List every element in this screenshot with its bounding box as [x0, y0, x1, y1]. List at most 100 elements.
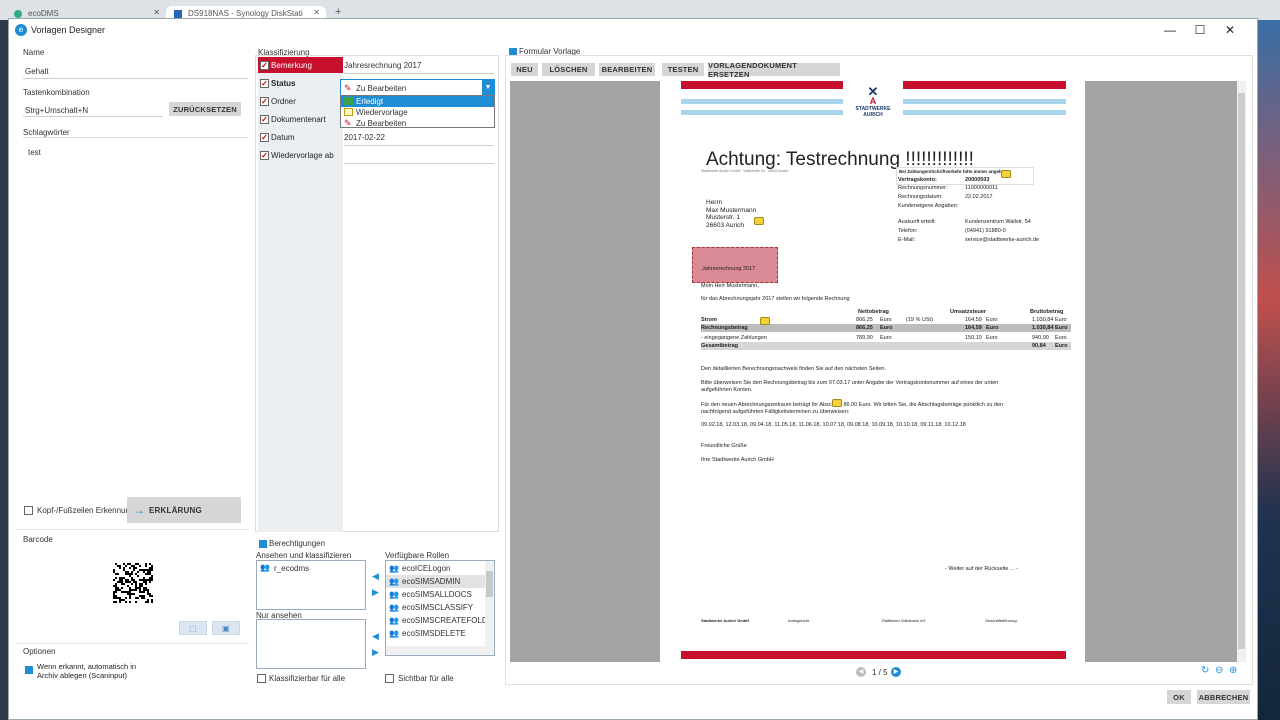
barcode-cell — [123, 599, 125, 601]
classify-value-4[interactable]: 2017-02-22 — [344, 133, 385, 142]
options-label: Optionen — [23, 647, 56, 656]
barcode-cell — [121, 599, 123, 601]
classify-row-3[interactable]: ✓ Dokumentenart — [258, 111, 343, 129]
shortcut-field[interactable]: Strg+Umschalt+N — [25, 106, 88, 115]
table-cell: Rechnungsbetrag — [701, 325, 748, 331]
status-select[interactable]: ✎ Zu Bearbeiten ▼ — [340, 79, 495, 96]
barcode-cell — [123, 563, 125, 565]
arrow-right-icon[interactable]: ▶ — [372, 647, 379, 658]
barcode-tool-button[interactable]: ⬚ — [179, 621, 207, 635]
chevron-down-icon[interactable]: ▼ — [482, 80, 494, 95]
barcode-tool-button-2[interactable]: ▣ — [212, 621, 240, 635]
highlight-field[interactable]: Jahresrechnung 2017 — [692, 247, 778, 283]
arrow-left-icon[interactable]: ◀ — [372, 631, 379, 642]
roles-hscrollbar[interactable] — [386, 646, 494, 655]
barcode-cell — [143, 589, 145, 591]
role-list-item[interactable]: 👥 ecoSIMSADMIN — [386, 575, 487, 588]
role-list-item[interactable]: 👥 ecoSIMSCREATEFOLDER — [386, 614, 494, 627]
barcode-cell — [143, 587, 145, 589]
view-only-list[interactable] — [256, 619, 366, 669]
barcode-cell — [139, 565, 141, 567]
note-icon[interactable] — [1001, 170, 1011, 178]
classify-checkbox[interactable]: ✓ — [260, 61, 269, 70]
barcode-cell — [133, 579, 135, 581]
auto-archive-checkbox[interactable] — [25, 666, 33, 674]
barcode-cell — [151, 565, 153, 567]
classifiable-all-checkbox[interactable] — [257, 674, 266, 683]
close-tab-icon[interactable]: ✕ — [153, 8, 160, 17]
test-button[interactable]: TESTEN — [662, 63, 704, 76]
keywords-area[interactable]: test — [23, 137, 248, 527]
note-icon[interactable] — [832, 399, 842, 407]
new-button[interactable]: NEU — [511, 63, 538, 76]
dropdown-option-zu-bearbeiten[interactable]: ✎ Zu Bearbeiten — [341, 118, 494, 129]
dropdown-option-wiedervorlage[interactable]: Wiedervorlage — [341, 107, 494, 118]
role-icon: 👥 — [389, 577, 399, 586]
name-label: Name — [23, 48, 45, 57]
barcode-cell — [127, 593, 129, 595]
classify-checkbox[interactable]: ✓ — [260, 79, 269, 88]
close-tab-icon[interactable]: ✕ — [313, 8, 320, 17]
barcode-cell — [145, 573, 147, 575]
cancel-button[interactable]: ABBRECHEN — [1197, 690, 1250, 704]
dropdown-option-erledigt[interactable]: Erledigt — [341, 96, 494, 107]
next-page-button[interactable]: ▶ — [891, 667, 901, 677]
available-roles-list[interactable]: 👥 ecoICELogon 👥 ecoSIMSADMIN 👥 ecoSIMSALLDOCS… — [385, 560, 495, 656]
header-footer-checkbox[interactable] — [24, 506, 33, 515]
barcode-cell — [115, 601, 117, 603]
barcode-cell — [139, 585, 141, 587]
role-item[interactable]: r_ecodms — [274, 564, 309, 573]
prev-page-button[interactable]: ◀ — [856, 667, 866, 677]
barcode-cell — [131, 577, 133, 579]
classify-row-1[interactable]: ✓ Status — [258, 75, 343, 93]
role-list-item[interactable]: 👥 ecoSIMSCLASSIFY — [386, 601, 487, 614]
reset-shortcut-button[interactable]: ZURÜCKSETZEN — [169, 102, 241, 116]
info-label: Kundeneigene Angaben: — [898, 203, 959, 209]
maximize-button[interactable]: ☐ — [1185, 19, 1215, 41]
classify-checkbox[interactable]: ✓ — [260, 151, 269, 160]
note-icon[interactable] — [760, 317, 770, 325]
table-row-bg — [701, 342, 1071, 350]
roles-scrollbar[interactable] — [485, 561, 494, 647]
table-cell: 866,25 — [856, 325, 873, 331]
arrow-right-icon[interactable]: ▶ — [372, 587, 379, 598]
classify-checkbox[interactable]: ✓ — [260, 115, 269, 124]
barcode-cell — [113, 585, 115, 587]
classify-row-2[interactable]: ✓ Ordner — [258, 93, 343, 111]
classify-row-0[interactable]: ✓ Bemerkung — [258, 57, 343, 75]
barcode-cell — [145, 569, 147, 571]
classify-value-0[interactable]: Jahresrechnung 2017 — [344, 61, 421, 70]
zoom-out-icon[interactable]: ⊖ — [1215, 665, 1223, 676]
preview-scrollbar[interactable] — [1237, 81, 1246, 662]
role-list-item[interactable]: 👥 ecoSIMSDELETE — [386, 627, 487, 640]
delete-button[interactable]: LÖSCHEN — [542, 63, 595, 76]
barcode-cell — [149, 595, 151, 597]
new-tab-button[interactable]: + — [335, 6, 341, 18]
name-field[interactable]: Gehalt — [25, 67, 49, 76]
edit-button[interactable]: BEARBEITEN — [599, 63, 655, 76]
zoom-in-icon[interactable]: ⊕ — [1229, 665, 1237, 676]
role-list-item[interactable]: 👥 ecoICELogon — [386, 562, 487, 575]
explain-button[interactable]: → ERKLÄRUNG — [127, 497, 241, 523]
classify-checkbox[interactable]: ✓ — [260, 97, 269, 106]
barcode-cell — [127, 591, 129, 593]
classify-row-5[interactable]: ✓ Wiedervorlage ab — [258, 147, 343, 165]
role-list-item[interactable]: 👥 ecoSIMSALLDOCS — [386, 588, 487, 601]
minimize-button[interactable]: — — [1155, 19, 1185, 41]
rotate-icon[interactable]: ↻ — [1201, 665, 1209, 676]
arrow-left-icon[interactable]: ◀ — [372, 571, 379, 582]
note-icon[interactable] — [754, 217, 764, 225]
classify-checkbox[interactable]: ✓ — [260, 133, 269, 142]
visible-all-checkbox[interactable] — [385, 674, 394, 683]
barcode-cell — [151, 595, 153, 597]
info-label: Telefon: — [898, 228, 918, 234]
barcode-cell — [135, 589, 137, 591]
classify-row-4[interactable]: ✓ Datum — [258, 129, 343, 147]
replace-template-button[interactable]: VORLAGENDOKUMENT ERSETZEN — [708, 61, 840, 79]
ok-button[interactable]: OK — [1167, 690, 1191, 704]
barcode-cell — [135, 567, 137, 569]
close-window-button[interactable]: ✕ — [1215, 19, 1245, 41]
barcode-cell — [139, 595, 141, 597]
barcode-cell — [135, 585, 137, 587]
view-classify-list[interactable]: 👥 r_ecodms — [256, 560, 366, 610]
